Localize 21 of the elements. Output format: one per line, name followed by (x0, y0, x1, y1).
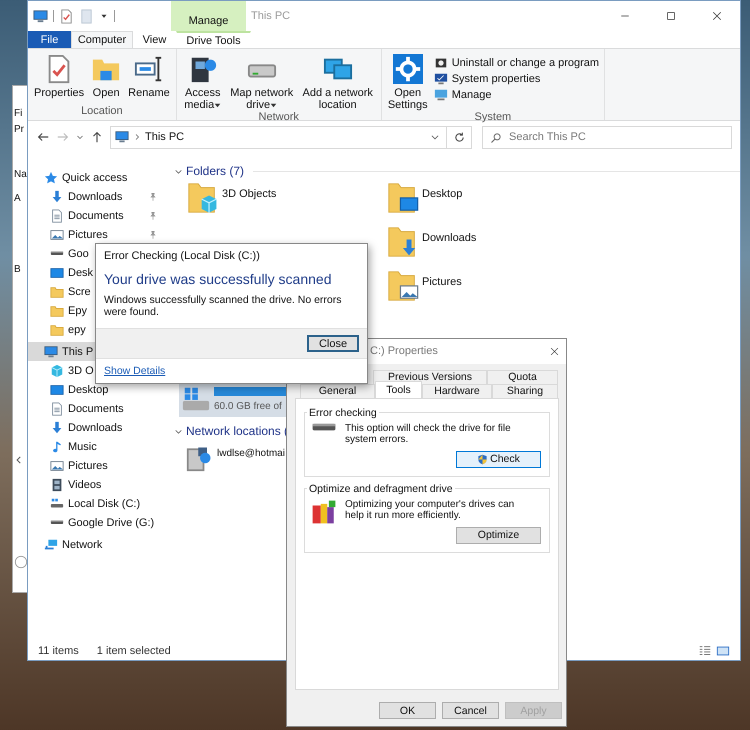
ribbon-group-label: Location (80, 105, 124, 119)
description-text: This option will check the drive for file system errors. (345, 422, 512, 445)
dialog-title: Error Checking (Local Disk (C:)) (103, 249, 261, 262)
dialog-heading: Your drive was successfully scanned (104, 271, 332, 287)
ribbon-group-label: System (474, 111, 512, 125)
window-text: A (14, 193, 21, 204)
selection-count: 1 item selected (96, 645, 171, 657)
item-count: 11 items (38, 645, 79, 657)
ribbon-group-label: Network (258, 111, 300, 125)
free-space-text: 60.0 GB free of (214, 400, 283, 412)
group-title: Optimize and defragment drive (308, 482, 454, 495)
window-text: Pr (14, 124, 24, 135)
window-text: B (14, 264, 21, 275)
window-text: Na (14, 169, 27, 180)
group-title: Error checking (308, 406, 378, 419)
dialog-title: C:) Properties (370, 345, 438, 358)
context-tab-group: Manage (171, 1, 246, 31)
dialog-message: Windows successfully scanned the drive. No errors were found. (104, 294, 343, 318)
window-title: This PC (251, 10, 290, 22)
description-text: Optimizing your computer's drives can help it run more efficiently. (345, 498, 515, 521)
window-text: Fi (14, 108, 22, 119)
